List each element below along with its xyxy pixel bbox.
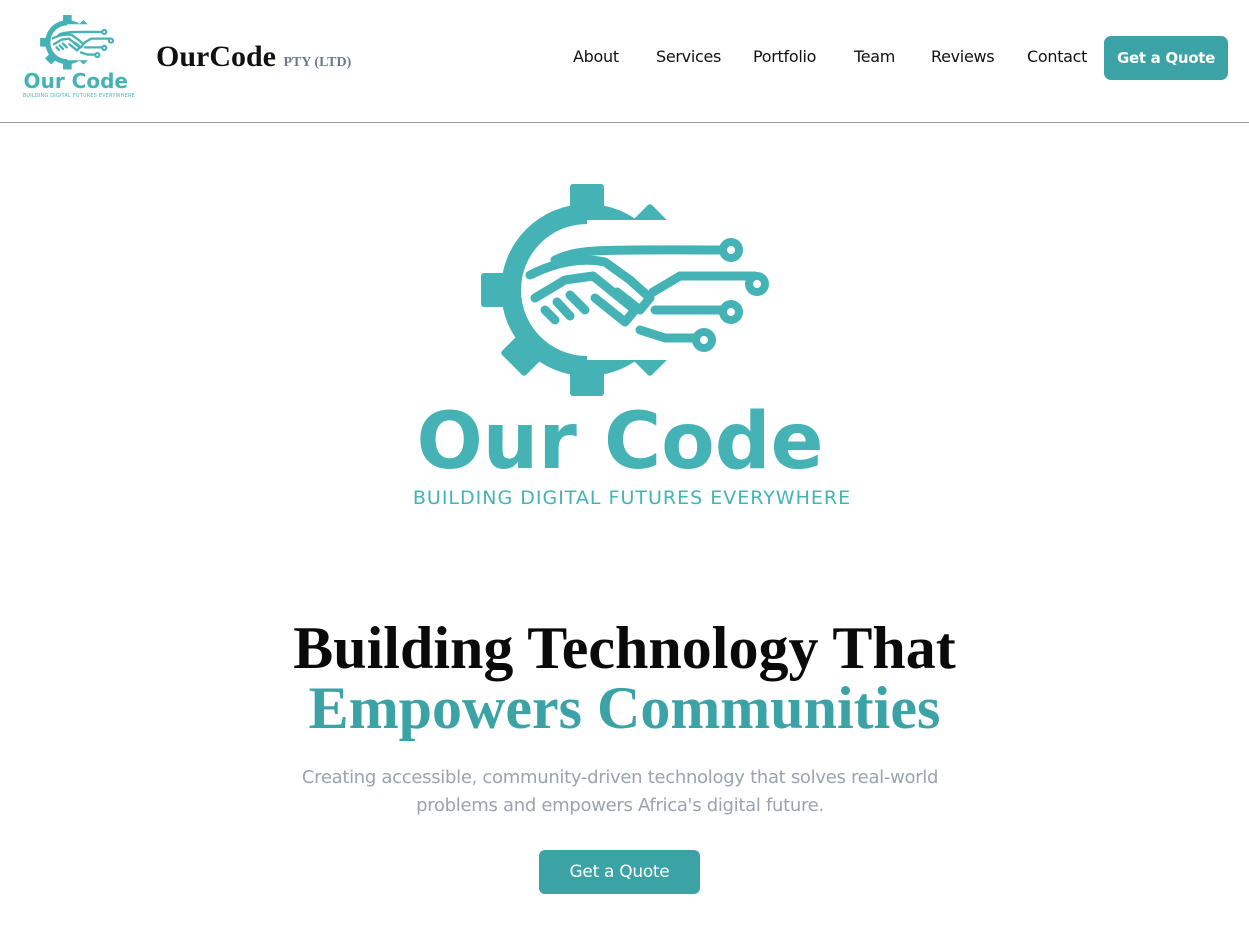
logo-wordmark: Our Code (416, 397, 823, 487)
nav-link-reviews[interactable]: Reviews (931, 47, 995, 66)
nav-link-services[interactable]: Services (656, 47, 721, 66)
hero-title-line2: Empowers Communities (308, 675, 941, 741)
hero-logo: Our Code BUILDING DIGITAL FUTURES EVERYW… (405, 180, 860, 515)
logo-tagline: BUILDING DIGITAL FUTURES EVERYWHERE (413, 487, 851, 509)
header-get-quote-button[interactable]: Get a Quote (1104, 36, 1228, 80)
hero-subtitle: Creating accessible, community-driven te… (301, 767, 939, 816)
nav-link-contact[interactable]: Contact (1027, 47, 1087, 66)
nav-link-about[interactable]: About (573, 47, 619, 66)
svg-text:Our Code: Our Code (24, 69, 128, 93)
main-nav: About Services Portfolio Team Reviews Co… (0, 47, 1249, 71)
hero-title-line1: Building Technology That (293, 615, 956, 681)
hero-title: Building Technology That Empowers Commun… (0, 618, 1249, 738)
svg-text:BUILDING DIGITAL FUTURES EVERY: BUILDING DIGITAL FUTURES EVERYWHERE (23, 93, 135, 99)
nav-link-team[interactable]: Team (854, 47, 895, 66)
gear-handshake-logo-icon: Our Code BUILDING DIGITAL FUTURES EVERYW… (413, 184, 851, 509)
hero-get-quote-button[interactable]: Get a Quote (539, 850, 700, 894)
nav-link-portfolio[interactable]: Portfolio (753, 47, 816, 66)
site-header: Our Code BUILDING DIGITAL FUTURES EVERYW… (0, 0, 1249, 123)
